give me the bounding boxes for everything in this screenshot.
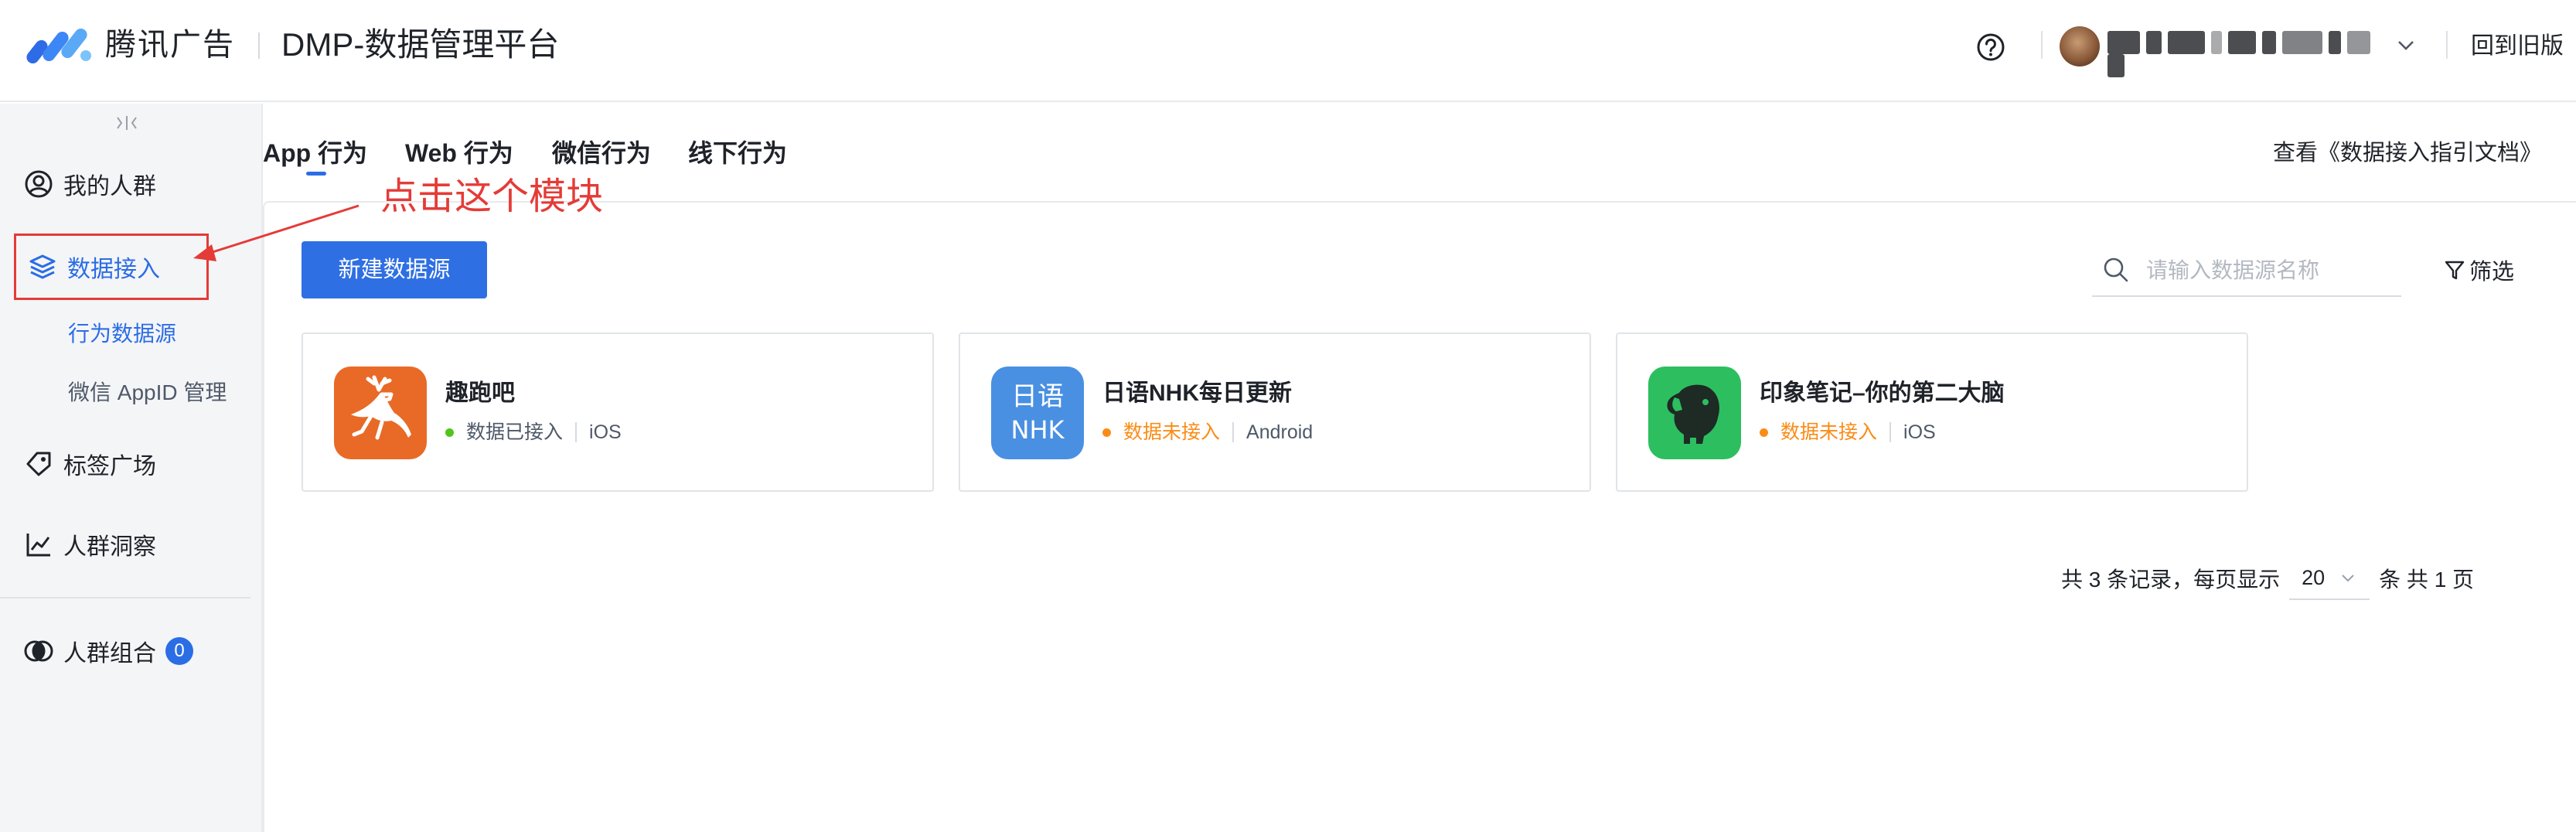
filter-label: 筛选 [2469,260,2515,285]
platform-text: iOS [589,421,622,443]
app-name: 日语NHK每日更新 [1102,380,1292,406]
tab-offline-behavior[interactable]: 线下行为 [688,136,787,170]
sidebar-item-audience-insight[interactable]: 人群洞察 [23,523,156,566]
sidebar-item-label: 人群洞察 [63,534,156,560]
platform-text: iOS [1903,421,1936,443]
app-name: 印象笔记–你的第二大脑 [1760,380,2005,406]
back-to-old-version-link[interactable]: 回到旧版 [2471,31,2564,62]
nhk-icon-line2: NHK [1010,415,1065,445]
tab-app-behavior[interactable]: App 行为 [263,136,367,170]
search-icon [2104,257,2128,282]
search-input[interactable] [2146,254,2394,288]
sidebar-item-data-access[interactable]: 数据接入 [14,234,209,300]
avatar[interactable] [2060,26,2100,66]
sidebar-item-tag-square[interactable]: 标签广场 [23,442,156,486]
nhk-app-icon: 日语 NHK [991,367,1084,459]
status-dot [1760,428,1768,437]
tab-wechat-behavior[interactable]: 微信行为 [552,136,651,170]
meta-divider [1232,422,1235,442]
overlap-circles-icon [24,640,53,662]
page-size-select[interactable]: 20 [2289,557,2370,600]
sidebar-divider [0,597,250,598]
count-badge: 0 [165,637,193,665]
status-text: 数据未接入 [1780,421,1878,443]
chevron-down-icon[interactable] [2395,36,2417,54]
app-name: 趣跑吧 [445,380,515,406]
status-dot [1102,428,1111,437]
filter-icon [2445,261,2465,280]
data-source-card[interactable]: 印象笔记–你的第二大脑 数据未接入 iOS [1616,332,2248,492]
search-field[interactable] [2092,244,2401,297]
chevron-down-icon [2342,575,2354,582]
app-meta: 数据已接入 iOS [445,419,622,445]
help-icon[interactable] [1976,32,2005,62]
top-header: 腾讯广告 DMP-数据管理平台 回到旧版 [0,0,2576,102]
sidebar-subitem-behavior-source[interactable]: 行为数据源 [68,319,176,350]
line-chart-icon [26,534,50,557]
brand-name: 腾讯广告 [105,28,235,62]
annotation-arrow-icon [193,204,359,261]
doc-guide-link[interactable]: 查看《数据接入指引文档》 [2273,138,2542,169]
platform-title: DMP-数据管理平台 [281,26,560,63]
pagination-total: 共 3 条记录，每页显示 [2061,568,2281,592]
sidebar-item-label: 人群组合 [63,641,156,667]
elephant-app-icon [1648,367,1741,459]
nhk-icon-line1: 日语 [1011,381,1064,412]
sidebar-item-label: 标签广场 [63,454,156,479]
pagination: 共 3 条记录，每页显示 20 条 共 1 页 [2061,555,2474,602]
tab-web-behavior[interactable]: Web 行为 [405,136,513,170]
deer-app-icon [334,367,427,459]
meta-divider [575,422,578,442]
user-circle-icon [25,170,53,198]
brand-divider [258,32,260,59]
filter-button[interactable]: 筛选 [2443,254,2514,286]
pagination-suffix: 条 共 1 页 [2379,568,2475,592]
status-text: 数据已接入 [466,421,564,443]
sidebar-subitem-wechat-appid[interactable]: 微信 AppID 管理 [68,377,227,408]
sidebar-item-audience-combination[interactable]: 人群组合 0 [23,629,193,673]
data-source-card[interactable]: 趣跑吧 数据已接入 iOS [302,332,934,492]
meta-divider [1889,422,1892,442]
data-source-card[interactable]: 日语 NHK 日语NHK每日更新 数据未接入 Android [959,332,1591,492]
username-redacted[interactable] [2107,31,2377,77]
tag-icon [26,452,51,476]
platform-text: Android [1246,421,1314,443]
status-text: 数据未接入 [1123,421,1221,443]
layers-icon [29,254,56,279]
brand-logo-icon[interactable] [26,25,94,63]
app-meta: 数据未接入 Android [1102,419,1313,445]
header-divider [2446,31,2448,59]
active-tab-indicator [306,172,326,176]
collapse-sidebar-icon[interactable] [113,111,141,135]
sidebar-item-label: 我的人群 [63,174,156,199]
sidebar-item-label: 数据接入 [67,257,160,282]
sidebar-item-my-audience[interactable]: 我的人群 [23,162,156,206]
status-dot [445,428,454,437]
app-meta: 数据未接入 iOS [1760,419,1936,445]
page-size-value: 20 [2302,565,2326,589]
header-divider [2041,31,2043,59]
annotation-text: 点击这个模块 [380,176,604,217]
